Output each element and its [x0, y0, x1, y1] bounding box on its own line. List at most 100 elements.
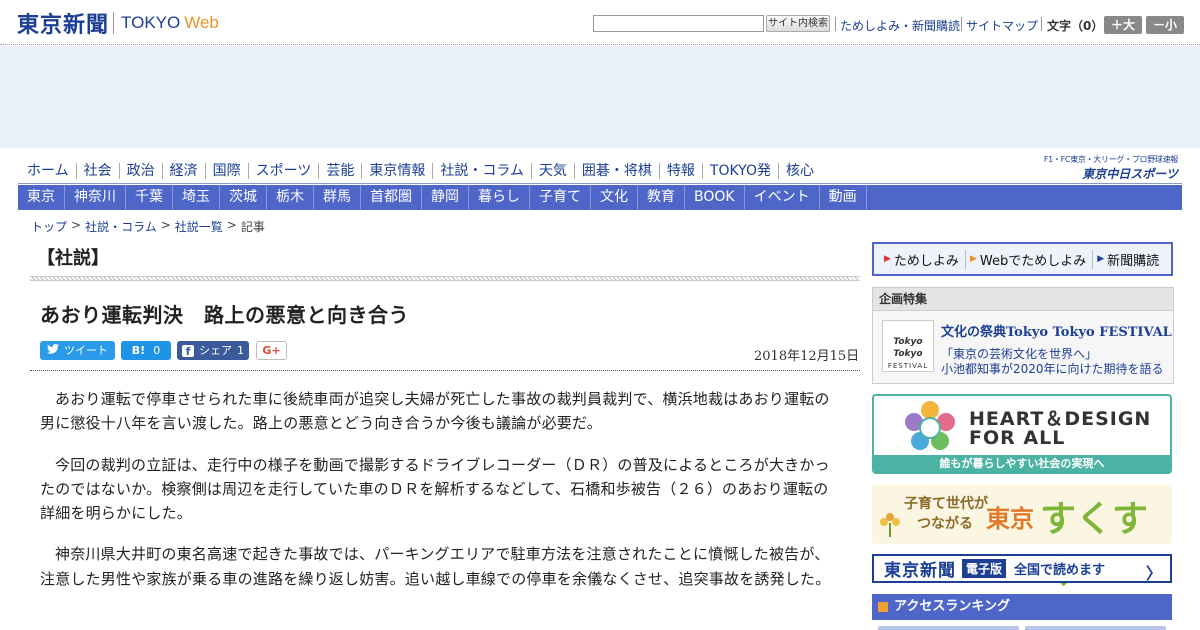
nav-item-international[interactable]: 国際: [206, 162, 249, 179]
nav-region-kanagawa[interactable]: 神奈川: [65, 185, 126, 210]
article-paragraph: 神奈川県大井町の東名高速で起きた事故では、パーキングエリアで駐車方法を注意された…: [40, 545, 831, 588]
nav-region-saitama[interactable]: 埼玉: [173, 185, 220, 210]
nav-region-shizuoka[interactable]: 静岡: [422, 185, 469, 210]
nav-item-editorial-column[interactable]: 社説・コラム: [433, 162, 532, 179]
nav-item-tokyo-info[interactable]: 東京情報: [362, 162, 434, 179]
subscription-nav-label: 新聞購読: [1107, 253, 1160, 269]
nav-region-tokyo[interactable]: 東京: [18, 185, 65, 210]
site-search-input[interactable]: [593, 15, 764, 32]
nav-item-home[interactable]: ホーム: [20, 162, 77, 179]
header-divider: [961, 17, 962, 31]
thumbnail-logo-text: Tokyo Tokyo: [893, 337, 923, 359]
article-body: あおり運転で停車させられた車に後続車両が追突し夫婦が死亡した事故の裁判員裁判で、…: [40, 387, 842, 608]
font-size-label: 文字（0）: [1047, 19, 1104, 33]
square-bullet-icon: [878, 602, 888, 612]
chunichi-sports-link[interactable]: F1・FC東京・大リーグ・プロ野球速報 東京中日スポーツ: [1028, 154, 1178, 182]
feature-special-title-link[interactable]: 文化の祭典Tokyo Tokyo FESTIVAL: [941, 321, 1172, 340]
nav-item-weather[interactable]: 天気: [532, 162, 575, 179]
tokyo-sukusuku-banner[interactable]: 子育て世代が つながる 東京 すくすく: [872, 485, 1172, 592]
subscription-nav: ▶ ためしよみ ▶ Webでためしよみ ▶ 新聞購読: [872, 242, 1173, 276]
breadcrumb-separator: >: [226, 218, 237, 232]
ranking-tab[interactable]: [878, 626, 1019, 630]
logo-tokyo: TOKYO: [121, 13, 181, 32]
twitter-bird-icon: [47, 341, 59, 360]
nav-item-politics[interactable]: 政治: [120, 162, 163, 179]
feature-special-heading: 企画特集: [873, 288, 1173, 311]
triangle-right-icon: ▶: [1097, 254, 1105, 264]
subscription-nav-label: Webでためしよみ: [979, 253, 1087, 269]
breadcrumb-separator: >: [71, 218, 82, 232]
facebook-share-button[interactable]: f シェア 1: [177, 341, 249, 360]
site-logo[interactable]: 東京新聞 TOKYO Web: [17, 9, 219, 38]
logo-divider: [113, 12, 115, 34]
facebook-share-count: 1: [237, 344, 244, 357]
nav-region-chiba[interactable]: 千葉: [126, 185, 173, 210]
nav-item-living[interactable]: 暮らし: [469, 185, 530, 210]
tweet-label: ツイート: [64, 344, 108, 357]
advertisement-banner: [0, 46, 1200, 148]
logo-tokyo-shimbun: 東京新聞: [17, 12, 110, 38]
feature-special-box: 企画特集 Tokyo Tokyo FESTIVAL 文化の祭典Tokyo Tok…: [872, 287, 1174, 384]
nav-item-event[interactable]: イベント: [745, 185, 820, 210]
font-smaller-button[interactable]: －小: [1146, 16, 1184, 34]
nav-region-gunma[interactable]: 群馬: [314, 185, 361, 210]
nav-region-tochigi[interactable]: 栃木: [267, 185, 314, 210]
header-divider: [1041, 17, 1042, 31]
nav-item-tokyo-hatsu[interactable]: TOKYO発: [703, 162, 779, 179]
google-plus-button[interactable]: G+: [256, 341, 287, 360]
sukusuku-tagline: 子育て世代が: [904, 496, 988, 512]
heart-design-subtitle: FOR ALL: [969, 427, 1066, 449]
nav-item-culture[interactable]: 文化: [591, 185, 638, 210]
section-title-rule: [30, 276, 860, 281]
sukusuku-tokyo-label: 東京: [986, 504, 1034, 533]
access-ranking-heading: アクセスランキング: [872, 594, 1172, 620]
breadcrumb-editorial-list[interactable]: 社説一覧: [175, 218, 223, 235]
tokyo-tokyo-festival-thumbnail[interactable]: Tokyo Tokyo FESTIVAL: [882, 320, 934, 372]
heart-design-logo-icon: [905, 401, 955, 450]
nav-item-economy[interactable]: 経済: [163, 162, 206, 179]
nav-item-go-shogi[interactable]: 囲碁・将棋: [575, 162, 660, 179]
flower-icon: [880, 513, 900, 537]
nav-item-book[interactable]: BOOK: [685, 185, 745, 210]
article-date-rule: [30, 370, 860, 371]
site-search-button[interactable]: サイト内検索: [766, 15, 830, 32]
subscription-nav-web-trial[interactable]: ▶ Webでためしよみ: [966, 249, 1094, 269]
heart-design-for-all-banner[interactable]: HEART＆DESIGN FOR ALL 誰もが暮らしやすい社会の実現へ: [872, 394, 1172, 474]
tweet-button[interactable]: ツイート: [40, 341, 115, 360]
hatena-bookmark-icon: B!: [131, 344, 146, 357]
nav-item-society[interactable]: 社会: [77, 162, 120, 179]
regional-nav: 東京 神奈川 千葉 埼玉 茨城 栃木 群馬 首都圏 静岡 暮らし 子育て 文化 …: [18, 185, 1182, 210]
header-link-sitemap[interactable]: サイトマップ: [966, 17, 1038, 34]
nav-item-video[interactable]: 動画: [820, 185, 867, 210]
chunichi-sports-logo: 東京中日スポーツ: [1082, 167, 1178, 181]
access-ranking-tabs: [878, 626, 1166, 630]
nav-item-sports[interactable]: スポーツ: [249, 162, 320, 179]
nav-item-tokuho[interactable]: 特報: [660, 162, 703, 179]
breadcrumb-separator: >: [160, 218, 171, 232]
nav-item-kakushin[interactable]: 核心: [779, 163, 821, 179]
ranking-tab[interactable]: [1025, 626, 1166, 630]
breadcrumb-top[interactable]: トップ: [31, 218, 67, 235]
nav-item-entertainment[interactable]: 芸能: [319, 162, 363, 179]
article-date: 2018年12月15日: [754, 349, 860, 364]
section-title: 【社説】: [37, 248, 109, 269]
primary-nav: ホーム 社会 政治 経済 国際 スポーツ 芸能 東京情報 社説・コラム 天気 囲…: [20, 158, 821, 184]
breadcrumb-current: 記事: [240, 220, 265, 234]
subscription-nav-trial[interactable]: ▶ ためしよみ: [880, 249, 966, 269]
subscription-nav-label: ためしよみ: [893, 253, 959, 269]
nav-region-ibaraki[interactable]: 茨城: [220, 185, 267, 210]
breadcrumb-editorial-column[interactable]: 社説・コラム: [85, 218, 157, 235]
font-bigger-button[interactable]: ＋大: [1104, 16, 1142, 34]
nav-region-shutoken[interactable]: 首都圏: [361, 185, 422, 210]
chunichi-sports-tagline: F1・FC東京・大リーグ・プロ野球速報: [1043, 155, 1178, 164]
digital-edition-text: 全国で読めます: [1014, 563, 1106, 578]
digital-edition-tag: 電子版: [962, 559, 1007, 578]
feature-special-subtitle[interactable]: 小池都知事が2020年に向けた期待を語る: [941, 360, 1164, 377]
subscription-nav-subscribe[interactable]: ▶ 新聞購読: [1093, 250, 1165, 269]
nav-item-parenting[interactable]: 子育て: [530, 185, 591, 210]
header-link-subscribe[interactable]: ためしよみ・新聞購読: [840, 17, 960, 34]
nav-item-education[interactable]: 教育: [638, 185, 685, 210]
breadcrumb: トップ > 社説・コラム > 社説一覧 > 記事: [31, 218, 265, 235]
digital-edition-banner[interactable]: 東京新聞 電子版 全国で読めます 〉: [872, 554, 1172, 583]
hatena-bookmark-button[interactable]: B! 0: [121, 341, 171, 360]
